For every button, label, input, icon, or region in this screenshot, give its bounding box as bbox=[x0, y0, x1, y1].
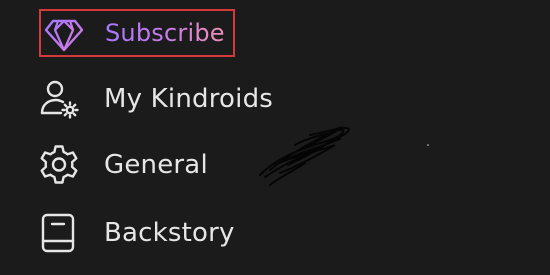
menu-item-my-kindroids[interactable]: My Kindroids bbox=[36, 76, 273, 122]
settings-menu: Subscribe My Kindroids General Backstory bbox=[0, 0, 550, 275]
menu-item-backstory[interactable]: Backstory bbox=[36, 210, 234, 256]
user-settings-icon bbox=[36, 76, 82, 122]
menu-item-label: Backstory bbox=[104, 218, 235, 248]
menu-item-general[interactable]: General bbox=[36, 142, 208, 188]
menu-item-label: General bbox=[104, 150, 208, 180]
gear-icon bbox=[36, 142, 82, 188]
book-icon bbox=[36, 210, 82, 256]
diamond-icon bbox=[41, 11, 87, 57]
menu-item-subscribe[interactable]: Subscribe bbox=[39, 9, 235, 57]
menu-item-label: My Kindroids bbox=[104, 84, 274, 114]
scribble-redaction bbox=[259, 126, 429, 186]
menu-item-label: Subscribe bbox=[105, 19, 225, 47]
